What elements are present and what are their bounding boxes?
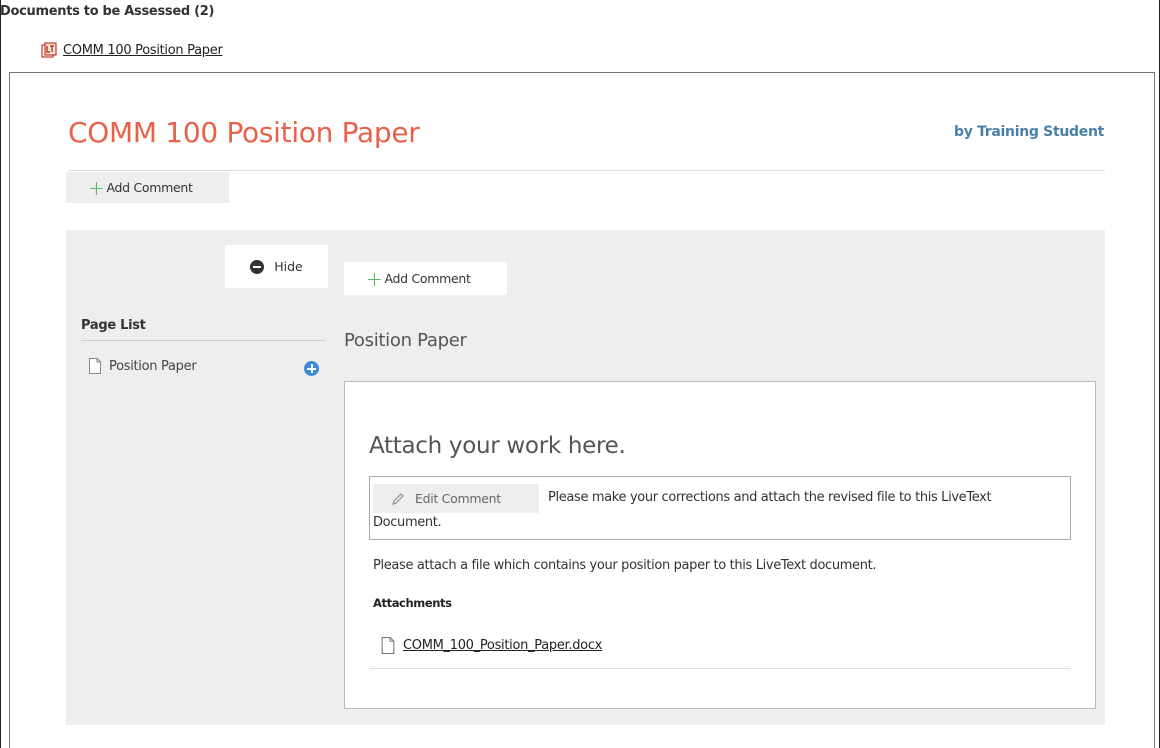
attachments-heading: Attachments [373, 596, 452, 610]
page-title: COMM 100 Position Paper [68, 116, 420, 149]
hide-sidebar-button[interactable]: Hide [225, 245, 328, 288]
section-title: Position Paper [344, 330, 467, 351]
file-icon [381, 637, 395, 654]
plus-icon: + [88, 175, 105, 200]
edit-comment-button[interactable]: Edit Comment [373, 484, 539, 513]
page-list-divider [81, 340, 325, 341]
page-icon [89, 358, 101, 374]
document-link[interactable]: COMM 100 Position Paper [63, 43, 223, 58]
documents-header: Documents to be Assessed (2) [0, 4, 215, 19]
comment-text-line-1: Please make your corrections and attach … [548, 490, 992, 505]
comment-text-line-2: Document. [373, 515, 442, 530]
livetext-document-icon [41, 42, 57, 58]
page-content-box [344, 381, 1096, 709]
page-list-item-label: Position Paper [109, 358, 197, 374]
content-heading: Attach your work here. [369, 433, 626, 459]
add-comment-label: Add Comment [106, 180, 193, 195]
add-comment-button[interactable]: + Add Comment [66, 172, 229, 203]
add-page-comment-button[interactable]: + Add Comment [344, 262, 507, 295]
pencil-icon [391, 492, 404, 505]
add-page-icon[interactable] [304, 361, 319, 376]
page-list-item-position-paper[interactable]: Position Paper [89, 358, 197, 374]
attachment-link[interactable]: COMM_100_Position_Paper.docx [403, 638, 602, 653]
add-comment-label: Add Comment [384, 271, 471, 286]
attachment-row[interactable]: COMM_100_Position_Paper.docx [381, 637, 602, 654]
plus-icon: + [366, 266, 383, 291]
instruction-text: Please attach a file which contains your… [373, 558, 877, 573]
page-list-title: Page List [81, 318, 146, 333]
author-label: by Training Student [953, 124, 1104, 140]
attachments-divider [369, 668, 1071, 669]
title-divider [68, 170, 1105, 171]
hide-label: Hide [274, 259, 303, 274]
edit-comment-label: Edit Comment [415, 491, 501, 506]
document-link-row[interactable]: COMM 100 Position Paper [41, 42, 223, 58]
minus-circle-icon [250, 259, 265, 274]
